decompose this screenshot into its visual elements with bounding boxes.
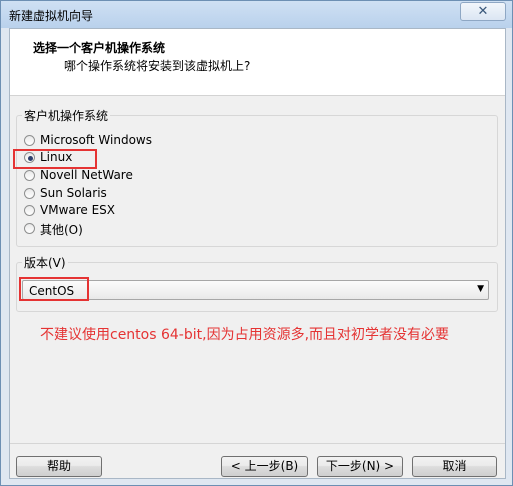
radio-label: VMware ESX — [40, 203, 116, 217]
radio-circle — [24, 205, 35, 216]
radio-circle — [24, 135, 35, 146]
radio-microsoft-windows[interactable]: Microsoft Windows — [24, 133, 224, 149]
help-button[interactable]: 帮助 — [16, 456, 102, 477]
centos-highlight-box — [19, 277, 89, 301]
radio-circle — [24, 188, 35, 199]
cancel-button[interactable]: 取消 — [412, 456, 497, 477]
radio-circle — [24, 223, 35, 234]
radio-label: Novell NetWare — [40, 168, 133, 182]
radio-label: 其他(O) — [40, 223, 83, 237]
footer-divider — [10, 443, 505, 444]
wizard-content: 选择一个客户机操作系统 哪个操作系统将安装到该虚拟机上? 客户机操作系统 Mic… — [9, 28, 506, 479]
radio-label: Microsoft Windows — [40, 133, 152, 147]
wizard-header: 选择一个客户机操作系统 哪个操作系统将安装到该虚拟机上? — [10, 29, 505, 96]
radio-vmware-esx[interactable]: VMware ESX — [24, 203, 224, 219]
linux-highlight-box — [13, 149, 97, 169]
window-title: 新建虚拟机向导 — [9, 9, 94, 23]
version-dropdown[interactable]: CentOS ▼ — [22, 280, 489, 300]
radio-circle — [24, 170, 35, 181]
radio-other[interactable]: 其他(O) — [24, 221, 224, 237]
radio-novell-netware[interactable]: Novell NetWare — [24, 168, 224, 184]
guest-os-group-label: 客户机操作系统 — [22, 107, 111, 124]
radio-label: Sun Solaris — [40, 186, 107, 200]
annotation-note: 不建议使用centos 64-bit,因为占用资源多,而且对初学者没有必要 — [40, 327, 450, 343]
page-subtitle: 哪个操作系统将安装到该虚拟机上? — [64, 59, 251, 73]
back-button[interactable]: < 上一步(B) — [221, 456, 308, 477]
version-group-label: 版本(V) — [22, 254, 68, 271]
next-button[interactable]: 下一步(N) > — [317, 456, 403, 477]
chevron-down-icon: ▼ — [477, 284, 484, 294]
close-icon: ✕ — [477, 4, 489, 19]
radio-sun-solaris[interactable]: Sun Solaris — [24, 186, 224, 202]
close-button[interactable]: ✕ — [460, 2, 506, 21]
title-bar: 新建虚拟机向导 ✕ — [1, 1, 512, 28]
new-vm-wizard-window: 新建虚拟机向导 ✕ 选择一个客户机操作系统 哪个操作系统将安装到该虚拟机上? 客… — [0, 0, 513, 486]
page-title: 选择一个客户机操作系统 — [33, 41, 166, 55]
